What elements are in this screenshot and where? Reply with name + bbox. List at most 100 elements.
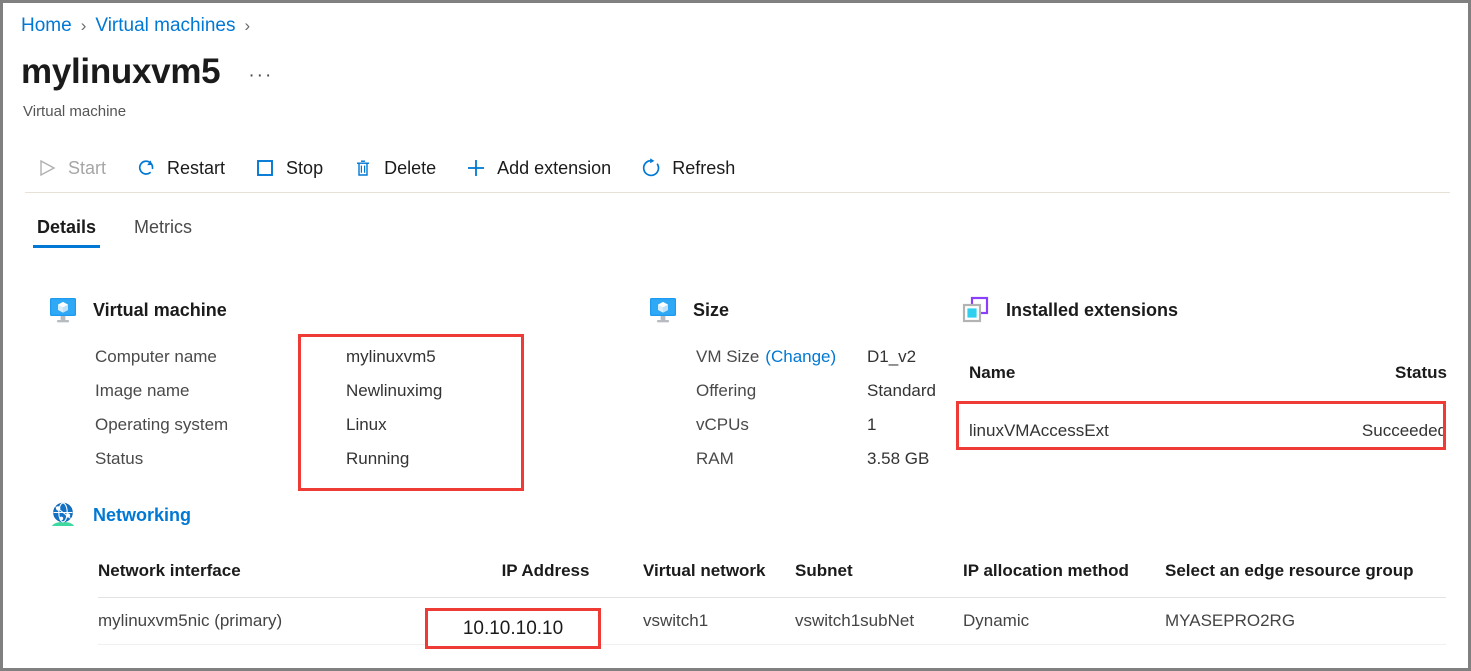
size-section-header: Size bbox=[648, 295, 729, 325]
kv-row: RAM bbox=[696, 449, 836, 483]
kv-row: Newlinuximg bbox=[346, 381, 442, 415]
kv-row: vCPUs bbox=[696, 415, 836, 449]
refresh-button-label: Refresh bbox=[672, 157, 736, 178]
networking-column-ip-address: IP Address bbox=[501, 561, 590, 580]
size-keys: VM Size (Change) Offering vCPUs RAM bbox=[696, 347, 836, 483]
extension-status-value: Succeeded bbox=[1361, 421, 1447, 440]
tab-details[interactable]: Details bbox=[33, 213, 101, 248]
more-options-icon[interactable]: ··· bbox=[248, 66, 273, 86]
virtual-machine-section-title: Virtual machine bbox=[93, 299, 227, 320]
kv-row: D1_v2 bbox=[867, 347, 936, 381]
network-interface-value: mylinuxvm5nic (primary) bbox=[98, 611, 283, 630]
refresh-button[interactable]: Refresh bbox=[635, 152, 749, 184]
networking-column-ip-allocation-method: IP allocation method bbox=[963, 561, 1129, 580]
networking-column-virtual-network: Virtual network bbox=[643, 561, 766, 580]
kv-row: 1 bbox=[867, 415, 936, 449]
installed-extensions-section-title: Installed extensions bbox=[1006, 299, 1179, 320]
delete-button-label: Delete bbox=[384, 157, 437, 178]
status-label: Status bbox=[95, 449, 144, 468]
vcpus-value: 1 bbox=[867, 415, 877, 434]
networking-section-header: Networking bbox=[48, 500, 191, 530]
kv-row: Standard bbox=[867, 381, 936, 415]
size-icon bbox=[648, 295, 678, 325]
networking-section-title[interactable]: Networking bbox=[93, 505, 191, 526]
extensions-table-header: Name Status bbox=[969, 363, 1447, 383]
ip-address-highlight-value: 10.10.10.10 bbox=[462, 617, 564, 639]
size-section-title: Size bbox=[693, 299, 730, 320]
networking-column-edge-resource-group: Select an edge resource group bbox=[1165, 561, 1414, 580]
virtual-machine-icon bbox=[48, 295, 78, 325]
vm-size-change-link[interactable]: (Change) bbox=[765, 347, 836, 367]
networking-table-bottom-divider bbox=[98, 644, 1446, 645]
subnet-value: vswitch1subNet bbox=[795, 611, 915, 630]
table-row[interactable]: mylinuxvm5nic (primary) 10.10.10.10 vswi… bbox=[98, 598, 1446, 644]
offering-value: Standard bbox=[867, 381, 936, 400]
table-row[interactable]: linuxVMAccessExt Succeeded bbox=[969, 421, 1447, 441]
extensions-icon bbox=[961, 295, 991, 325]
breadcrumb-item-virtual-machines[interactable]: Virtual machines bbox=[95, 15, 235, 37]
azure-portal-page: Home › Virtual machines › mylinuxvm5 ···… bbox=[3, 3, 1468, 668]
vm-size-label: VM Size bbox=[696, 347, 760, 366]
toolbar-divider bbox=[25, 192, 1450, 193]
stop-button-label: Stop bbox=[286, 157, 324, 178]
screenshot-frame: Home › Virtual machines › mylinuxvm5 ···… bbox=[0, 0, 1471, 671]
kv-row: 3.58 GB bbox=[867, 449, 936, 483]
installed-extensions-table: Name Status linuxVMAccessExt Succeeded bbox=[969, 363, 1447, 441]
trash-icon bbox=[351, 156, 375, 180]
stop-icon bbox=[253, 156, 277, 180]
edge-resource-group-value: MYASEPRO2RG bbox=[1165, 611, 1296, 630]
refresh-icon bbox=[639, 156, 663, 180]
installed-extensions-section-header: Installed extensions bbox=[961, 295, 1178, 325]
ram-label: RAM bbox=[696, 449, 734, 468]
command-toolbar: Start Restart Stop Delete Add extension … bbox=[31, 149, 759, 187]
tab-details-label: Details bbox=[37, 217, 97, 237]
ram-value: 3.58 GB bbox=[867, 449, 930, 468]
breadcrumb-separator-icon: › bbox=[80, 16, 87, 35]
kv-row: Image name bbox=[95, 381, 228, 415]
extensions-column-name: Name bbox=[969, 363, 1016, 382]
kv-row: mylinuxvm5 bbox=[346, 347, 442, 381]
status-value: Running bbox=[346, 449, 410, 468]
networking-icon bbox=[48, 500, 78, 530]
ip-allocation-method-value: Dynamic bbox=[963, 611, 1030, 630]
extensions-column-status: Status bbox=[1395, 363, 1447, 382]
image-name-label: Image name bbox=[95, 381, 190, 400]
computer-name-value: mylinuxvm5 bbox=[346, 347, 436, 366]
plus-icon bbox=[464, 156, 488, 180]
extension-name-value: linuxVMAccessExt bbox=[969, 421, 1109, 440]
vm-size-value: D1_v2 bbox=[867, 347, 917, 366]
computer-name-label: Computer name bbox=[95, 347, 217, 366]
networking-column-subnet: Subnet bbox=[795, 561, 853, 580]
operating-system-label: Operating system bbox=[95, 415, 229, 434]
kv-row: Status bbox=[95, 449, 228, 483]
restart-button[interactable]: Restart bbox=[130, 152, 239, 184]
virtual-machine-values: mylinuxvm5 Newlinuximg Linux Running bbox=[346, 347, 442, 483]
kv-row: Linux bbox=[346, 415, 442, 449]
breadcrumb: Home › Virtual machines › bbox=[21, 15, 259, 37]
delete-button[interactable]: Delete bbox=[347, 152, 450, 184]
virtual-machine-section-header: Virtual machine bbox=[48, 295, 227, 325]
page-title-row: mylinuxvm5 ··· bbox=[21, 51, 273, 93]
restart-button-label: Restart bbox=[167, 157, 226, 178]
tab-metrics-label: Metrics bbox=[134, 217, 193, 237]
networking-table-header: Network interface IP Address Virtual net… bbox=[98, 561, 1446, 597]
virtual-machine-keys: Computer name Image name Operating syste… bbox=[95, 347, 228, 483]
size-values: D1_v2 Standard 1 3.58 GB bbox=[867, 347, 936, 483]
stop-button[interactable]: Stop bbox=[249, 152, 337, 184]
offering-label: Offering bbox=[696, 381, 757, 400]
vcpus-label: vCPUs bbox=[696, 415, 749, 434]
networking-column-network-interface: Network interface bbox=[98, 561, 241, 580]
add-extension-button[interactable]: Add extension bbox=[460, 152, 625, 184]
tab-bar: Details Metrics bbox=[33, 213, 196, 248]
add-extension-button-label: Add extension bbox=[497, 157, 612, 178]
start-button[interactable]: Start bbox=[31, 152, 120, 184]
networking-table: Network interface IP Address Virtual net… bbox=[98, 561, 1446, 645]
kv-row: Running bbox=[346, 449, 442, 483]
tab-metrics[interactable]: Metrics bbox=[130, 213, 196, 248]
start-button-label: Start bbox=[68, 157, 107, 178]
kv-row: Operating system bbox=[95, 415, 228, 449]
kv-row: Computer name bbox=[95, 347, 228, 381]
breadcrumb-item-home[interactable]: Home bbox=[21, 15, 72, 37]
page-subtitle: Virtual machine bbox=[23, 103, 127, 120]
operating-system-value: Linux bbox=[346, 415, 387, 434]
